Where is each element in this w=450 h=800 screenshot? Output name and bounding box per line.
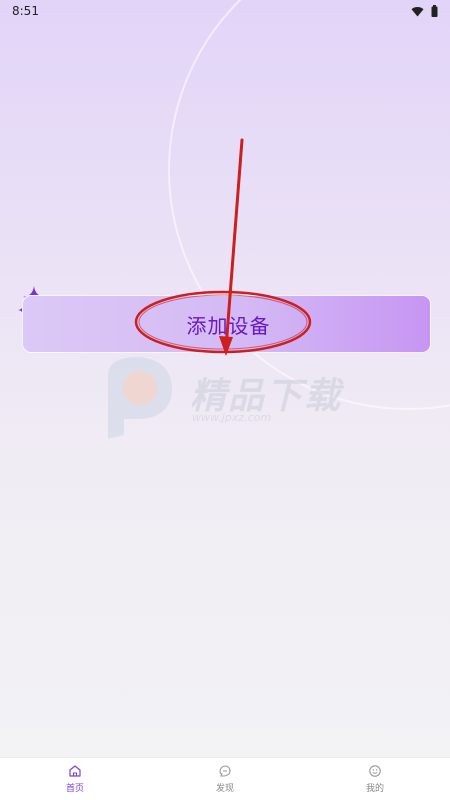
battery-icon [431,5,438,17]
nav-item-home[interactable]: 首页 [0,758,150,800]
status-time: 8:51 [12,4,39,18]
status-bar: 8:51 [0,0,450,22]
bottom-nav: 首页 发现 我的 [0,757,450,800]
wifi-icon [411,6,424,16]
nav-label-profile: 我的 [365,784,384,794]
nav-item-profile[interactable]: 我的 [300,758,450,800]
add-device-label: 添加设备 [186,313,271,338]
nav-label-home: 首页 [65,784,84,794]
nav-item-discover[interactable]: 发现 [150,758,300,800]
nav-label-discover: 发现 [215,784,234,794]
page-background [0,0,450,760]
add-device-button[interactable]: 添加设备 [22,295,431,353]
home-icon [69,765,81,777]
discover-icon [219,765,231,777]
profile-icon [369,765,381,777]
